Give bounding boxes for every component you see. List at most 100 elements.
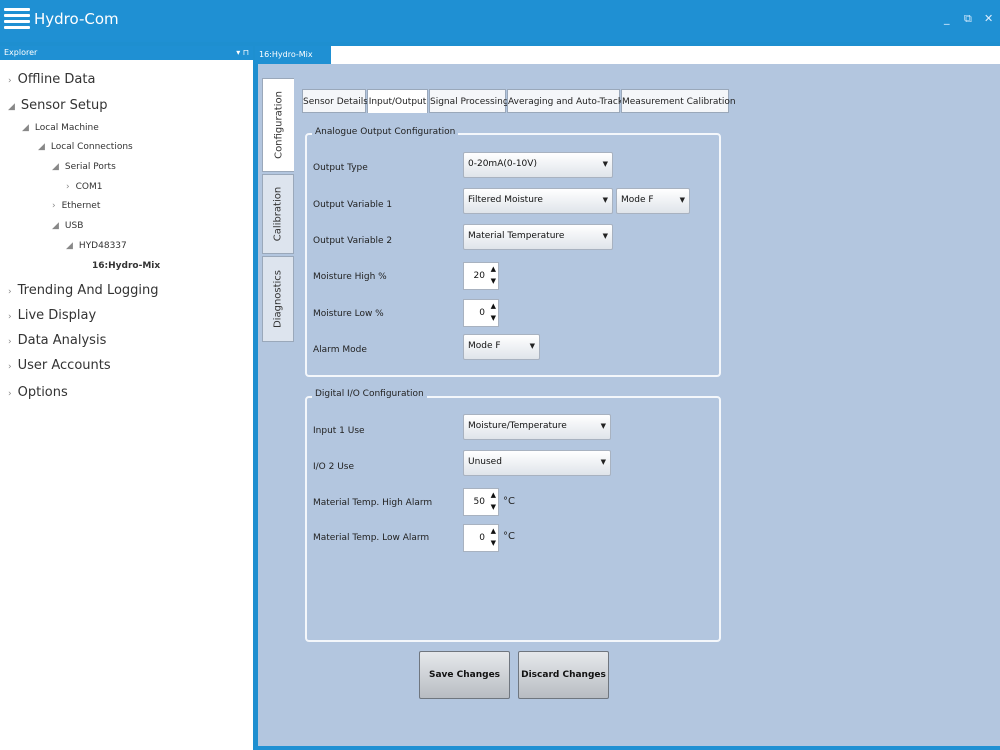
tree-item-label: Local Connections: [50, 142, 133, 152]
expand-icon[interactable]: ›: [8, 389, 12, 399]
tab-sensor-details[interactable]: Sensor Details: [302, 89, 368, 113]
tree-item-hydro-mix[interactable]: 16:Hydro-Mix: [92, 261, 160, 271]
tree-item-serial-ports[interactable]: ◢ Serial Ports: [52, 162, 116, 172]
tree-item-hyd48337[interactable]: ◢ HYD48337: [66, 241, 127, 251]
tree-item-data-analysis[interactable]: › Data Analysis: [8, 333, 106, 348]
tree-item-label: User Accounts: [17, 358, 111, 373]
side-tab-diagnostics[interactable]: Diagnostics: [262, 256, 294, 342]
tab-averaging-auto-track[interactable]: Averaging and Auto-Track: [507, 89, 623, 113]
temp-low-alarm-stepper[interactable]: 0 ▲ ▼: [463, 524, 499, 552]
maximize-button[interactable]: ⧉: [964, 12, 972, 26]
close-button[interactable]: ✕: [984, 12, 993, 25]
tree-item-label: Trending And Logging: [17, 283, 159, 298]
io-2-use-value: Unused: [468, 457, 502, 467]
tree-item-options[interactable]: › Options: [8, 385, 68, 400]
tree-item-com1[interactable]: › COM1: [66, 182, 102, 192]
expand-icon[interactable]: ›: [8, 312, 12, 322]
tree-item-label: Offline Data: [17, 72, 96, 87]
tab-input-output[interactable]: Input/Output: [367, 89, 428, 113]
tree-item-label: Ethernet: [61, 201, 101, 211]
hamburger-menu-icon[interactable]: [4, 8, 30, 30]
dropdown-arrow-icon: ▼: [600, 458, 606, 466]
tree-item-usb[interactable]: ◢ USB: [52, 221, 83, 231]
collapse-icon[interactable]: ◢: [38, 142, 45, 152]
output-variable-2-select[interactable]: Material Temperature ▼: [463, 224, 613, 250]
output-type-select[interactable]: 0-20mA(0-10V) ▼: [463, 152, 613, 178]
tab-signal-processing[interactable]: Signal Processing: [429, 89, 509, 113]
tree-item-offline-data[interactable]: › Offline Data: [8, 72, 95, 87]
collapse-icon[interactable]: ◢: [52, 162, 59, 172]
moisture-low-stepper[interactable]: 0 ▲ ▼: [463, 299, 499, 327]
spin-down-icon[interactable]: ▼: [491, 314, 496, 322]
document-tab-bar: 16:Hydro-Mix: [255, 46, 1000, 64]
spin-up-icon[interactable]: ▲: [491, 265, 496, 273]
temp-low-alarm-label: Material Temp. Low Alarm: [313, 533, 430, 543]
side-tab-configuration[interactable]: Configuration: [262, 78, 294, 172]
collapse-icon[interactable]: ◢: [52, 221, 59, 231]
moisture-high-label: Moisture High %: [313, 272, 387, 282]
dropdown-arrow-icon: ▼: [602, 196, 608, 204]
digital-io-group-title: Digital I/O Configuration: [312, 389, 427, 399]
temp-high-alarm-stepper[interactable]: 50 ▲ ▼: [463, 488, 499, 516]
tree-item-live-display[interactable]: › Live Display: [8, 308, 96, 323]
tree-item-label: COM1: [75, 182, 103, 192]
moisture-high-value: 20: [473, 271, 485, 281]
explorer-header: Explorer ▾ ⊓: [0, 46, 253, 60]
side-tab-label: Configuration: [273, 91, 284, 159]
expand-icon[interactable]: ›: [8, 76, 12, 86]
tree-item-local-machine[interactable]: ◢ Local Machine: [22, 123, 99, 133]
discard-changes-button[interactable]: Discard Changes: [518, 651, 609, 699]
alarm-mode-value: Mode F: [468, 341, 501, 351]
dropdown-arrow-icon: ▼: [600, 422, 606, 430]
io-2-use-select[interactable]: Unused ▼: [463, 450, 611, 476]
output-variable-1-select[interactable]: Filtered Moisture ▼: [463, 188, 613, 214]
tree-item-label: Serial Ports: [64, 162, 116, 172]
expand-icon[interactable]: ›: [8, 337, 12, 347]
leaf-icon: ›: [52, 201, 56, 211]
tree-item-label: Sensor Setup: [20, 98, 108, 113]
tree-item-sensor-setup[interactable]: ◢ Sensor Setup: [8, 98, 107, 113]
spin-up-icon[interactable]: ▲: [491, 527, 496, 535]
save-changes-button[interactable]: Save Changes: [419, 651, 510, 699]
moisture-high-stepper[interactable]: 20 ▲ ▼: [463, 262, 499, 290]
tree-item-label: USB: [64, 221, 84, 231]
output-variable-1-mode-select[interactable]: Mode F ▼: [616, 188, 690, 214]
title-bar: Hydro-Com _ ⧉ ✕: [0, 0, 1000, 42]
tree-item-user-accounts[interactable]: › User Accounts: [8, 358, 111, 373]
tree-item-local-connections[interactable]: ◢ Local Connections: [38, 142, 133, 152]
output-variable-2-label: Output Variable 2: [313, 236, 393, 246]
input-1-use-label: Input 1 Use: [313, 426, 365, 436]
spin-up-icon[interactable]: ▲: [491, 491, 496, 499]
document-tab[interactable]: 16:Hydro-Mix: [255, 46, 331, 64]
spin-down-icon[interactable]: ▼: [491, 503, 496, 511]
tree-item-label: 16:Hydro-Mix: [92, 261, 161, 271]
pin-icon[interactable]: ▾ ⊓: [236, 46, 249, 60]
input-1-use-select[interactable]: Moisture/Temperature ▼: [463, 414, 611, 440]
output-variable-1-value: Filtered Moisture: [468, 195, 543, 205]
collapse-icon[interactable]: ◢: [8, 102, 15, 112]
side-tab-label: Calibration: [272, 186, 284, 242]
output-variable-2-value: Material Temperature: [468, 231, 565, 241]
tree-item-label: HYD48337: [78, 241, 127, 251]
io-2-use-label: I/O 2 Use: [313, 462, 355, 472]
tree-item-trending-and-logging[interactable]: › Trending And Logging: [8, 283, 159, 298]
tree-item-ethernet[interactable]: › Ethernet: [52, 201, 100, 211]
output-variable-1-label: Output Variable 1: [313, 200, 393, 210]
app-title: Hydro-Com: [34, 10, 119, 28]
spin-down-icon[interactable]: ▼: [491, 277, 496, 285]
output-type-value: 0-20mA(0-10V): [468, 159, 537, 169]
spin-up-icon[interactable]: ▲: [491, 302, 496, 310]
tab-measurement-calibration[interactable]: Measurement Calibration: [621, 89, 736, 113]
side-tab-calibration[interactable]: Calibration: [262, 174, 294, 254]
tree-item-label: Data Analysis: [17, 333, 107, 348]
collapse-icon[interactable]: ◢: [66, 241, 73, 251]
expand-icon[interactable]: ›: [8, 287, 12, 297]
input-1-use-value: Moisture/Temperature: [468, 421, 567, 431]
collapse-icon[interactable]: ◢: [22, 123, 29, 133]
alarm-mode-select[interactable]: Mode F ▼: [463, 334, 540, 360]
expand-icon[interactable]: ›: [8, 362, 12, 372]
explorer-title: Explorer: [4, 48, 38, 57]
spin-down-icon[interactable]: ▼: [491, 539, 496, 547]
minimize-button[interactable]: _: [944, 12, 950, 25]
output-type-label: Output Type: [313, 163, 368, 173]
